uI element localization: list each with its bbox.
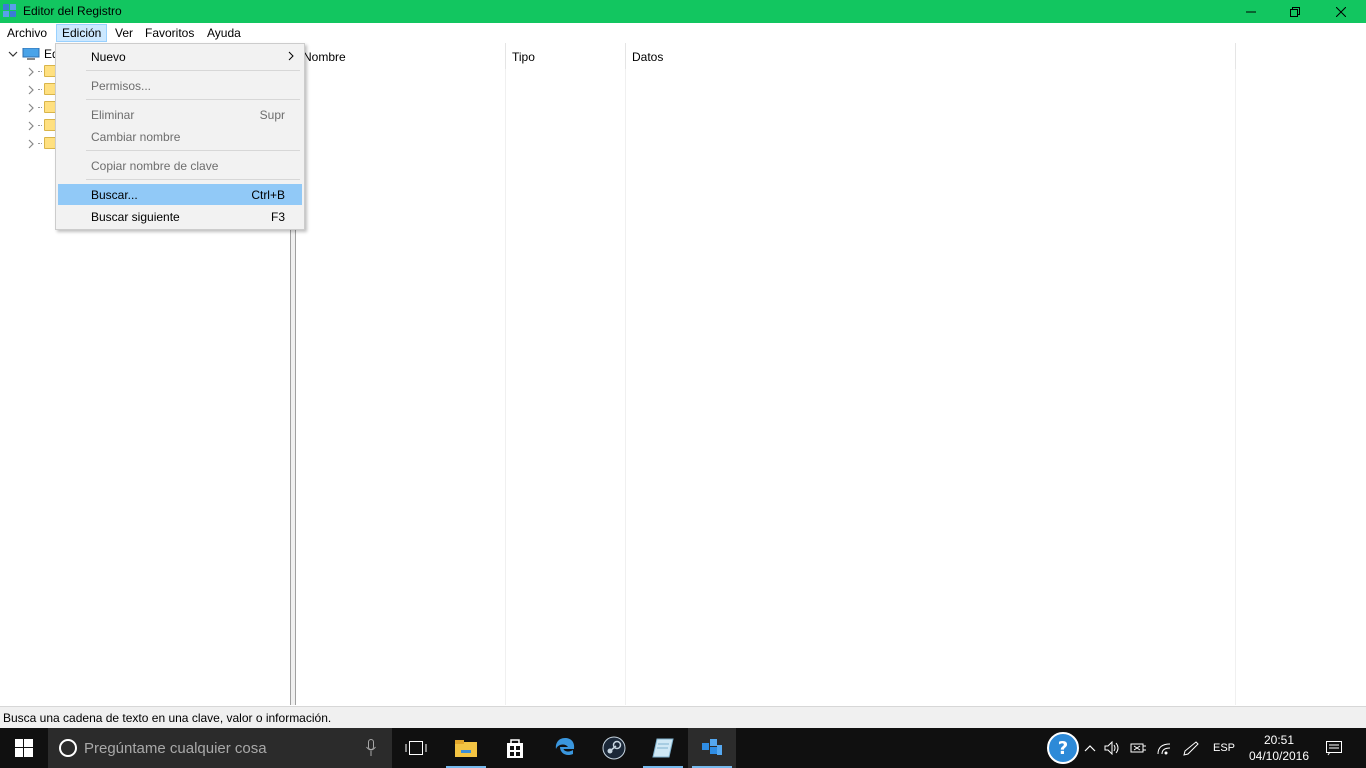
battery-button[interactable] bbox=[1128, 728, 1150, 768]
column-header-datos[interactable]: Datos bbox=[626, 43, 1236, 69]
tree-connector bbox=[38, 107, 42, 108]
file-explorer-icon bbox=[455, 740, 477, 757]
edge-icon bbox=[555, 738, 575, 756]
power-plug-icon bbox=[1130, 743, 1146, 753]
menu-item-label: Copiar nombre de clave bbox=[91, 159, 219, 173]
help-icon: ? bbox=[1047, 732, 1079, 764]
menu-item-label: Nuevo bbox=[91, 50, 126, 64]
clock-time: 20:51 bbox=[1263, 733, 1295, 747]
menu-shortcut: F3 bbox=[270, 210, 285, 224]
menu-item-label: Buscar... bbox=[91, 188, 138, 202]
menu-item-eliminar: Eliminar Supr bbox=[58, 104, 302, 125]
close-icon bbox=[1336, 6, 1346, 17]
menu-shortcut: Ctrl+B bbox=[251, 188, 285, 202]
menu-item-buscar[interactable]: Buscar... Ctrl+B bbox=[58, 184, 302, 205]
menu-item-label: Eliminar bbox=[91, 108, 135, 122]
taskbar-app-regedit[interactable] bbox=[688, 728, 736, 768]
tree-connector bbox=[38, 143, 42, 144]
menu-shortcut: Supr bbox=[259, 108, 285, 122]
column-divider bbox=[1235, 69, 1236, 705]
network-button[interactable] bbox=[1154, 728, 1176, 768]
collapse-chevron-icon[interactable] bbox=[8, 49, 18, 59]
pen-icon bbox=[1183, 741, 1199, 756]
menu-item-label: Buscar siguiente bbox=[91, 210, 180, 224]
expand-chevron-icon[interactable] bbox=[26, 67, 36, 77]
menu-item-buscar-siguiente[interactable]: Buscar siguiente F3 bbox=[58, 206, 302, 227]
minimize-button[interactable] bbox=[1228, 0, 1274, 23]
start-button[interactable] bbox=[0, 728, 48, 768]
speaker-icon bbox=[1104, 741, 1119, 755]
task-view-button[interactable] bbox=[392, 728, 440, 768]
steam-icon bbox=[602, 736, 626, 760]
pen-workspace-button[interactable] bbox=[1180, 728, 1202, 768]
column-divider bbox=[625, 69, 626, 705]
menu-item-label: Permisos... bbox=[91, 79, 152, 93]
expand-chevron-icon[interactable] bbox=[26, 121, 36, 131]
action-center-button[interactable] bbox=[1318, 728, 1350, 768]
restore-icon bbox=[1290, 6, 1300, 17]
status-bar: Busca una cadena de texto en una clave, … bbox=[0, 706, 1366, 728]
taskbar-app-file-explorer[interactable] bbox=[442, 728, 490, 768]
menu-separator bbox=[86, 179, 300, 180]
cortana-search-box[interactable]: Pregúntame cualquier cosa bbox=[48, 728, 392, 768]
clock[interactable]: 20:51 04/10/2016 bbox=[1248, 732, 1310, 764]
tree-connector bbox=[38, 125, 42, 126]
submenu-arrow-icon bbox=[288, 51, 294, 61]
menu-item-copiar-nombre: Copiar nombre de clave bbox=[58, 155, 302, 176]
menu-ayuda[interactable]: Ayuda bbox=[201, 24, 247, 42]
task-view-icon bbox=[405, 741, 427, 755]
status-text: Busca una cadena de texto en una clave, … bbox=[3, 711, 332, 725]
minimize-icon bbox=[1246, 11, 1256, 12]
cortana-icon bbox=[59, 739, 77, 757]
taskbar-app-store[interactable] bbox=[491, 728, 539, 768]
menu-item-nuevo[interactable]: Nuevo bbox=[58, 46, 302, 67]
edit-menu-dropdown: Nuevo Permisos... Eliminar Supr Cambiar … bbox=[55, 43, 305, 230]
help-tray-button[interactable]: ? bbox=[1046, 728, 1080, 768]
column-header-tipo[interactable]: Tipo bbox=[506, 43, 626, 69]
volume-button[interactable] bbox=[1102, 728, 1124, 768]
close-button[interactable] bbox=[1318, 0, 1364, 23]
show-hidden-icons-button[interactable] bbox=[1082, 728, 1098, 768]
menu-separator bbox=[86, 150, 300, 151]
wifi-icon bbox=[1157, 743, 1171, 755]
notes-icon bbox=[652, 738, 674, 758]
regedit-icon bbox=[702, 739, 722, 755]
taskbar: Pregúntame cualquier cosa ? ESP 20:51 04… bbox=[0, 728, 1366, 768]
menu-separator bbox=[86, 99, 300, 100]
column-divider bbox=[505, 69, 506, 705]
menu-separator bbox=[86, 70, 300, 71]
svg-text:?: ? bbox=[1058, 738, 1068, 759]
menu-archivo[interactable]: Archivo bbox=[1, 24, 53, 42]
menu-item-label: Cambiar nombre bbox=[91, 130, 181, 144]
language-indicator[interactable]: ESP bbox=[1208, 728, 1240, 768]
notifications-icon bbox=[1326, 741, 1342, 756]
windows-logo-icon bbox=[15, 739, 33, 757]
menu-favoritos[interactable]: Favoritos bbox=[139, 24, 200, 42]
search-placeholder: Pregúntame cualquier cosa bbox=[84, 740, 267, 757]
microphone-icon[interactable] bbox=[366, 739, 376, 757]
computer-icon bbox=[22, 48, 40, 60]
menu-edicion[interactable]: Edición bbox=[56, 24, 108, 42]
store-icon bbox=[507, 739, 523, 758]
values-list[interactable]: Nombre Tipo Datos bbox=[297, 43, 1366, 705]
menu-item-permisos: Permisos... bbox=[58, 75, 302, 96]
taskbar-app-steam[interactable] bbox=[590, 728, 638, 768]
regedit-app-icon bbox=[3, 4, 16, 17]
expand-chevron-icon[interactable] bbox=[26, 139, 36, 149]
menu-ver[interactable]: Ver bbox=[109, 24, 139, 42]
menu-item-cambiar-nombre: Cambiar nombre bbox=[58, 126, 302, 147]
clock-date: 04/10/2016 bbox=[1248, 749, 1310, 763]
chevron-up-icon bbox=[1084, 745, 1096, 752]
window-title: Editor del Registro bbox=[23, 4, 122, 18]
taskbar-app-notes[interactable] bbox=[639, 728, 687, 768]
expand-chevron-icon[interactable] bbox=[26, 103, 36, 113]
taskbar-app-edge[interactable] bbox=[541, 728, 589, 768]
title-bar: Editor del Registro bbox=[0, 0, 1366, 23]
tree-connector bbox=[38, 89, 42, 90]
tree-connector bbox=[38, 71, 42, 72]
restore-button[interactable] bbox=[1272, 0, 1318, 23]
column-header-nombre[interactable]: Nombre bbox=[297, 43, 506, 69]
menu-bar: Archivo Edición Ver Favoritos Ayuda bbox=[0, 23, 1366, 43]
expand-chevron-icon[interactable] bbox=[26, 85, 36, 95]
